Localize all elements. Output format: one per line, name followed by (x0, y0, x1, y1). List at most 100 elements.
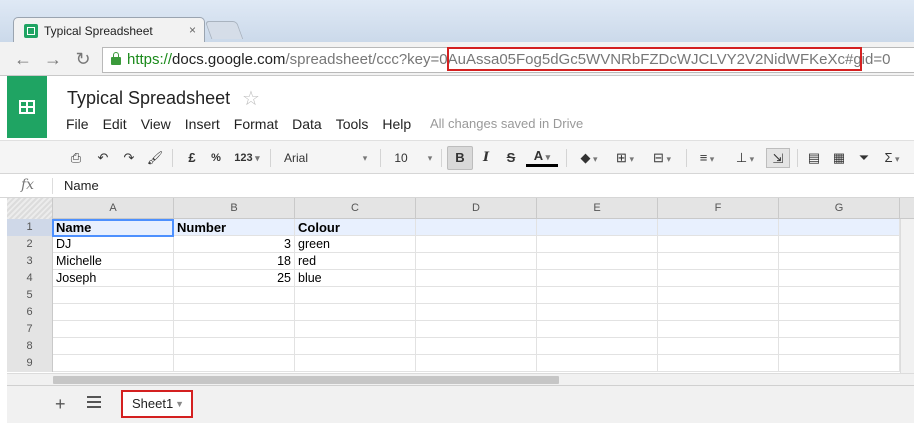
cell-c6[interactable] (295, 304, 416, 321)
cell-a2[interactable]: DJ (53, 236, 174, 253)
cell-g9[interactable] (779, 355, 900, 372)
cell-e3[interactable] (537, 253, 658, 270)
redo-icon[interactable]: ↷ (119, 148, 139, 168)
strikethrough-button[interactable]: S (503, 148, 519, 168)
horizontal-scrollbar-thumb[interactable] (53, 376, 559, 384)
cell-f4[interactable] (658, 270, 779, 287)
cell-f9[interactable] (658, 355, 779, 372)
column-header-a[interactable]: A (53, 198, 174, 219)
menu-help[interactable]: Help (382, 116, 411, 132)
cell-d7[interactable] (416, 321, 537, 338)
row-header[interactable]: 3 (7, 253, 53, 270)
cell-a3[interactable]: Michelle (53, 253, 174, 270)
cell-f8[interactable] (658, 338, 779, 355)
font-size-dropdown[interactable]: 10 (393, 148, 409, 168)
sheet-menu-arrow-icon[interactable]: ▼ (175, 392, 184, 416)
cell-f7[interactable] (658, 321, 779, 338)
cell-d9[interactable] (416, 355, 537, 372)
cell-d2[interactable] (416, 236, 537, 253)
back-arrow-icon[interactable]: ← (12, 48, 34, 70)
font-family-dropdown[interactable]: Arial (284, 148, 314, 168)
cell-e2[interactable] (537, 236, 658, 253)
cell-b1[interactable]: Number (174, 219, 295, 236)
cell-g6[interactable] (779, 304, 900, 321)
cell-e5[interactable] (537, 287, 658, 304)
save-status[interactable]: All changes saved in Drive (430, 116, 583, 131)
row-header[interactable]: 8 (7, 338, 53, 355)
cell-c2[interactable]: green (295, 236, 416, 253)
menu-file[interactable]: File (66, 116, 89, 132)
cell-f3[interactable] (658, 253, 779, 270)
menu-tools[interactable]: Tools (336, 116, 369, 132)
document-title[interactable]: Typical Spreadsheet (67, 88, 230, 109)
cell-b9[interactable] (174, 355, 295, 372)
star-icon[interactable]: ☆ (242, 86, 260, 111)
cell-g7[interactable] (779, 321, 900, 338)
menu-format[interactable]: Format (234, 116, 278, 132)
cell-b3[interactable]: 18 (174, 253, 295, 270)
sheets-logo-icon[interactable] (7, 76, 47, 138)
row-header[interactable]: 6 (7, 304, 53, 321)
cell-b5[interactable] (174, 287, 295, 304)
row-header[interactable]: 5 (7, 287, 53, 304)
cell-a7[interactable] (53, 321, 174, 338)
row-header[interactable]: 7 (7, 321, 53, 338)
cell-c5[interactable] (295, 287, 416, 304)
menu-data[interactable]: Data (292, 116, 322, 132)
browser-tab[interactable]: Typical Spreadsheet × (13, 17, 205, 43)
cell-c8[interactable] (295, 338, 416, 355)
row-header[interactable]: 9 (7, 355, 53, 372)
currency-format-button[interactable]: £ (184, 148, 200, 168)
menu-insert[interactable]: Insert (185, 116, 220, 132)
cell-a4[interactable]: Joseph (53, 270, 174, 287)
cell-d8[interactable] (416, 338, 537, 355)
text-color-button[interactable]: A (526, 148, 558, 167)
column-header-d[interactable]: D (416, 198, 537, 219)
forward-arrow-icon[interactable]: → (42, 48, 64, 70)
cell-c4[interactable]: blue (295, 270, 416, 287)
insert-chart-icon[interactable]: ▦ (829, 148, 849, 168)
reload-icon[interactable]: ↻ (72, 48, 94, 70)
cell-e9[interactable] (537, 355, 658, 372)
close-tab-icon[interactable]: × (189, 23, 196, 37)
vertical-align-icon[interactable]: ⊥ (730, 148, 760, 168)
merge-cells-icon[interactable]: ⊟ (645, 148, 679, 168)
column-header-f[interactable]: F (658, 198, 779, 219)
cell-g1[interactable] (779, 219, 900, 236)
cell-d6[interactable] (416, 304, 537, 321)
print-icon[interactable]: ⎙ (66, 148, 86, 168)
font-size-arrow-icon[interactable]: ▾ (424, 148, 436, 168)
cell-g5[interactable] (779, 287, 900, 304)
add-sheet-button[interactable]: + (55, 394, 66, 415)
column-header-g[interactable]: G (779, 198, 900, 219)
cell-c7[interactable] (295, 321, 416, 338)
undo-icon[interactable]: ↶ (93, 148, 113, 168)
cell-g8[interactable] (779, 338, 900, 355)
cell-d5[interactable] (416, 287, 537, 304)
percent-format-button[interactable]: % (208, 148, 224, 168)
cell-c1[interactable]: Colour (295, 219, 416, 236)
vertical-scrollbar[interactable] (900, 219, 914, 373)
row-header[interactable]: 1 (7, 219, 53, 236)
filter-icon[interactable]: ⏷ (854, 148, 874, 168)
cell-e6[interactable] (537, 304, 658, 321)
cell-a9[interactable] (53, 355, 174, 372)
cell-a1[interactable]: Name (53, 219, 174, 236)
cell-e7[interactable] (537, 321, 658, 338)
functions-icon[interactable]: Σ (877, 148, 907, 168)
cell-c9[interactable] (295, 355, 416, 372)
cell-f5[interactable] (658, 287, 779, 304)
cell-c3[interactable]: red (295, 253, 416, 270)
paint-format-icon[interactable]: 🖌 (145, 148, 165, 168)
fill-color-icon[interactable]: ◆ (574, 148, 604, 168)
cell-f2[interactable] (658, 236, 779, 253)
cell-d4[interactable] (416, 270, 537, 287)
cell-b7[interactable] (174, 321, 295, 338)
cell-b2[interactable]: 3 (174, 236, 295, 253)
cell-b4[interactable]: 25 (174, 270, 295, 287)
italic-button[interactable]: I (478, 148, 494, 168)
formula-input[interactable]: Name (64, 178, 99, 193)
bold-button[interactable]: B (447, 146, 473, 170)
new-tab-button[interactable] (204, 21, 244, 39)
cell-d3[interactable] (416, 253, 537, 270)
